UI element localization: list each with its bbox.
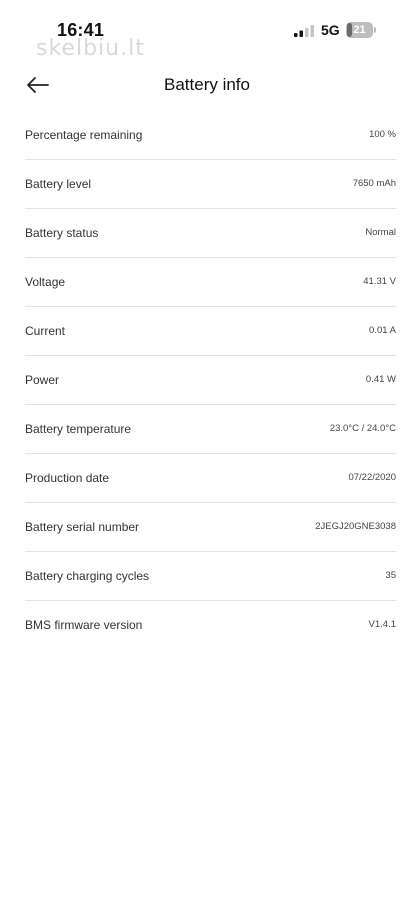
info-row-battery-charging-cycles: Battery charging cycles 35 <box>25 552 396 601</box>
network-type-label: 5G <box>321 22 340 38</box>
info-row-battery-status: Battery status Normal <box>25 209 396 258</box>
cellular-signal-icon <box>294 25 314 37</box>
row-label: Battery temperature <box>25 422 132 436</box>
watermark: skelbiu.lt <box>36 36 145 61</box>
row-label: Power <box>25 373 60 387</box>
status-bar: 16:41 skelbiu.lt 5G 21 <box>0 0 414 61</box>
row-value: 7650 mAh <box>352 178 396 189</box>
row-value: 35 <box>385 570 396 581</box>
row-label: Battery level <box>25 177 92 191</box>
row-value: 0.01 A <box>369 325 396 336</box>
row-value: 2JEGJ20GNE3038 <box>315 521 396 532</box>
row-value: 07/22/2020 <box>348 472 396 483</box>
header: Battery info <box>0 60 414 110</box>
info-row-production-date: Production date 07/22/2020 <box>25 454 396 503</box>
battery-info-list: Percentage remaining 100 % Battery level… <box>0 111 414 650</box>
row-label: Voltage <box>25 275 66 289</box>
info-row-percentage-remaining: Percentage remaining 100 % <box>25 111 396 160</box>
row-value: 23.0°C / 24.0°C <box>329 423 396 434</box>
row-label: Battery charging cycles <box>25 569 150 583</box>
row-label: Percentage remaining <box>25 128 143 142</box>
row-value: 41.31 V <box>363 276 396 287</box>
row-value: V1.4.1 <box>368 619 396 630</box>
row-label: Battery serial number <box>25 520 140 534</box>
battery-info-screen: 16:41 skelbiu.lt 5G 21 Battery info Perc… <box>0 0 414 900</box>
page-title: Battery info <box>164 75 250 94</box>
battery-icon: 21 <box>346 22 376 38</box>
info-row-battery-temperature: Battery temperature 23.0°C / 24.0°C <box>25 405 396 454</box>
battery-fill <box>347 23 352 37</box>
row-label: Current <box>25 324 66 338</box>
row-label: BMS firmware version <box>25 618 143 632</box>
row-label: Battery status <box>25 226 99 240</box>
row-label: Production date <box>25 471 110 485</box>
info-row-battery-level: Battery level 7650 mAh <box>25 160 396 209</box>
row-value: 0.41 W <box>365 374 396 385</box>
info-row-current: Current 0.01 A <box>25 307 396 356</box>
battery-body: 21 <box>346 22 373 38</box>
info-row-battery-serial-number: Battery serial number 2JEGJ20GNE3038 <box>25 503 396 552</box>
info-row-bms-firmware-version: BMS firmware version V1.4.1 <box>25 601 396 650</box>
row-value: Normal <box>365 227 396 238</box>
info-row-voltage: Voltage 41.31 V <box>25 258 396 307</box>
row-value: 100 % <box>369 129 396 140</box>
info-row-power: Power 0.41 W <box>25 356 396 405</box>
battery-level-text: 21 <box>353 24 366 36</box>
battery-tip <box>374 27 376 33</box>
